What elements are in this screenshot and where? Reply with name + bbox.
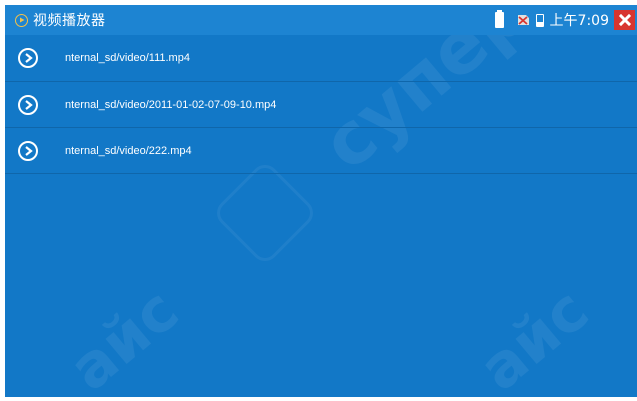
watermark: айс — [56, 275, 192, 397]
close-icon — [618, 14, 631, 26]
file-name: nternal_sd/video/222.mp4 — [65, 144, 192, 157]
play-circle-icon — [15, 13, 28, 27]
status-indicators: 上午7:09 — [494, 5, 637, 35]
storage-icon — [535, 13, 544, 27]
file-name: nternal_sd/video/111.mp4 — [65, 52, 190, 64]
battery-icon — [494, 10, 504, 28]
app-title: 视频播放器 — [33, 13, 106, 29]
file-row[interactable]: nternal_sd/video/2011-01-02-07-09-10.mp4 — [5, 82, 637, 128]
clock: 上午7:09 — [549, 13, 609, 29]
watermark-logo — [211, 159, 319, 267]
video-player-screen: супер айс айс 视频播放器 上午7:09 nternal_sd/vi… — [5, 5, 637, 397]
file-list: nternal_sd/video/111.mp4 nternal_sd/vide… — [5, 35, 637, 174]
close-button[interactable] — [614, 10, 635, 30]
play-icon[interactable] — [18, 140, 38, 161]
file-name: nternal_sd/video/2011-01-02-07-09-10.mp4 — [65, 98, 277, 111]
play-icon[interactable] — [18, 94, 38, 115]
file-row[interactable]: nternal_sd/video/222.mp4 — [5, 128, 637, 174]
sd-card-icon — [516, 14, 530, 26]
status-bar: 视频播放器 上午7:09 — [5, 5, 637, 35]
watermark: айс — [466, 275, 602, 397]
file-row[interactable]: nternal_sd/video/111.mp4 — [5, 35, 637, 82]
play-icon[interactable] — [18, 48, 38, 68]
